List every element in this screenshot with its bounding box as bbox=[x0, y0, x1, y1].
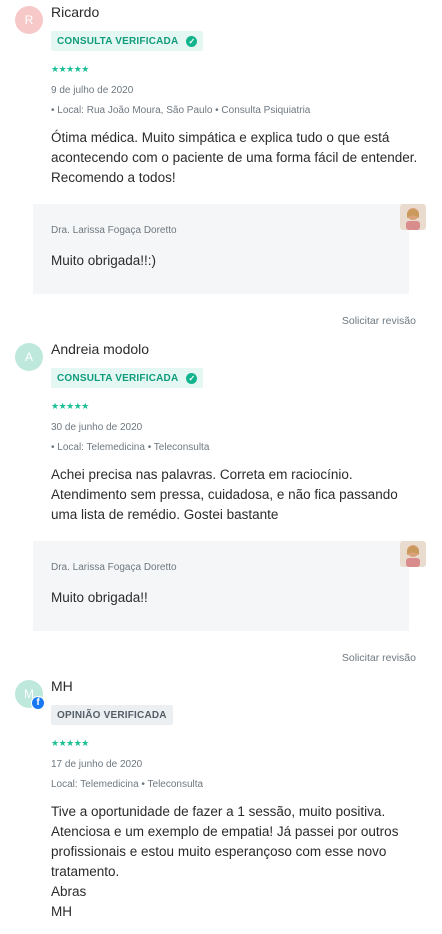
check-circle-icon: ✓ bbox=[186, 35, 198, 47]
reviewer-name: Ricardo bbox=[51, 4, 100, 20]
doctor-photo bbox=[400, 541, 426, 567]
review-text: Achei precisa nas palavras. Correta em r… bbox=[51, 467, 398, 522]
verified-badge: CONSULTA VERIFICADA ✓ bbox=[51, 31, 204, 51]
reply-text: Muito obrigada!!:) bbox=[51, 253, 157, 268]
review-date: 17 de junho de 2020 bbox=[51, 759, 143, 770]
review-location: • Local: Telemedicina • Teleconsulta bbox=[51, 442, 210, 453]
review-date: 9 de julho de 2020 bbox=[51, 85, 134, 96]
reviewer-name: MH bbox=[51, 678, 73, 694]
review-text: Tive a oportunidade de fazer a 1 sessão,… bbox=[51, 804, 399, 919]
request-review-link[interactable]: Solicitar revisão bbox=[342, 315, 416, 327]
reply-doctor-name: Dra. Larissa Fogaça Doretto bbox=[51, 225, 177, 236]
facebook-icon: f bbox=[31, 696, 45, 710]
avatar: R bbox=[15, 6, 43, 34]
review-date: 30 de junho de 2020 bbox=[51, 422, 143, 433]
check-circle-icon: ✓ bbox=[186, 372, 198, 384]
reviewer-name: Andreia modolo bbox=[51, 341, 150, 357]
doctor-reply: Dra. Larissa Fogaça Doretto Muito obriga… bbox=[33, 541, 426, 631]
request-review-link[interactable]: Solicitar revisão bbox=[342, 652, 416, 664]
doctor-reply: Dra. Larissa Fogaça Doretto Muito obriga… bbox=[33, 204, 426, 294]
review-location: • Local: Rua João Moura, São Paulo • Con… bbox=[51, 105, 311, 116]
star-rating: ★★★★★ bbox=[51, 64, 89, 74]
star-rating: ★★★★★ bbox=[51, 401, 89, 411]
reply-text: Muito obrigada!! bbox=[51, 590, 148, 605]
verified-badge: OPINIÃO VERIFICADA bbox=[51, 705, 173, 725]
avatar: A bbox=[15, 343, 43, 371]
verified-badge: CONSULTA VERIFICADA ✓ bbox=[51, 368, 204, 388]
doctor-photo bbox=[400, 204, 426, 230]
star-rating: ★★★★★ bbox=[51, 738, 89, 748]
reply-doctor-name: Dra. Larissa Fogaça Doretto bbox=[51, 562, 177, 573]
review-text: Ótima médica. Muito simpática e explica … bbox=[51, 130, 418, 185]
review-location: Local: Telemedicina • Teleconsulta bbox=[51, 779, 204, 790]
